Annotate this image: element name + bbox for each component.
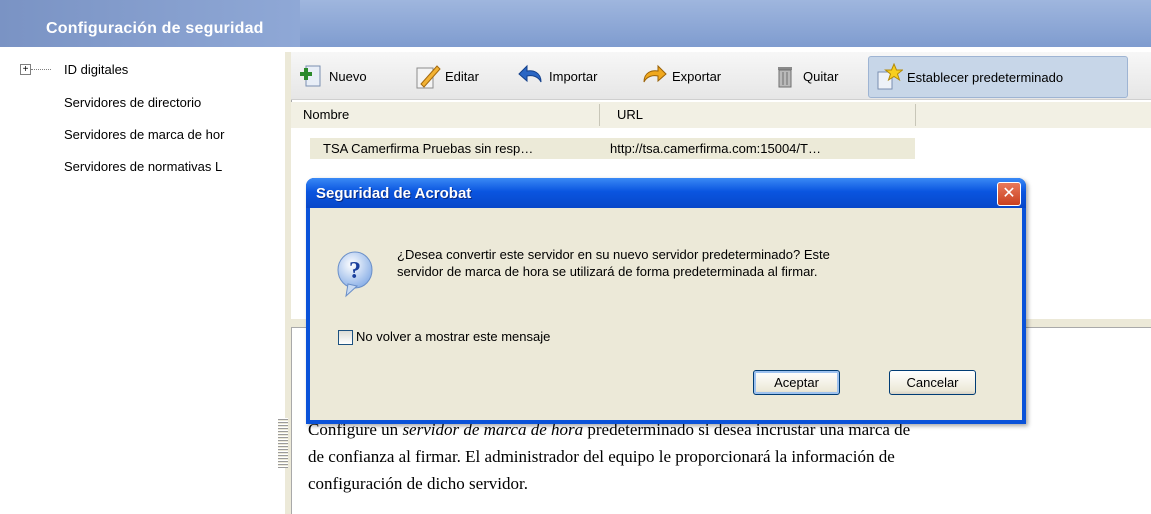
svg-text:?: ? bbox=[349, 258, 361, 284]
table-row[interactable]: TSA Camerfirma Pruebas sin resp… http://… bbox=[310, 138, 915, 159]
import-button[interactable]: Importar bbox=[517, 56, 597, 96]
tree-item-timestamp-servers[interactable]: Servidores de marca de hor bbox=[64, 127, 274, 142]
description-text: Configure un servidor de marca de hora p… bbox=[308, 416, 1151, 497]
set-default-button-label: Establecer predeterminado bbox=[907, 69, 1064, 85]
cancel-button[interactable]: Cancelar bbox=[889, 370, 976, 395]
tree-expander-icon[interactable]: + bbox=[20, 64, 31, 75]
dialog-title: Seguridad de Acrobat bbox=[316, 185, 472, 202]
toolbar: Nuevo Editar Importar Exportar Quitar Es… bbox=[291, 52, 1151, 100]
tree-item-policy-servers[interactable]: Servidores de normativas L bbox=[64, 159, 274, 174]
set-default-button[interactable]: Establecer predeterminado bbox=[868, 56, 1128, 98]
dialog-message: ¿Desea convertir este servidor en su nue… bbox=[397, 246, 830, 280]
edit-button-label: Editar bbox=[445, 68, 479, 84]
column-divider[interactable] bbox=[915, 104, 916, 126]
trash-icon bbox=[778, 67, 792, 88]
edit-button[interactable]: Editar bbox=[413, 56, 479, 96]
dont-show-again-label[interactable]: No volver a mostrar este mensaje bbox=[356, 329, 550, 344]
new-button[interactable]: Nuevo bbox=[297, 56, 367, 96]
window-titlebar: Configuración de seguridad bbox=[0, 0, 1151, 47]
column-divider[interactable] bbox=[599, 104, 600, 126]
tree-item-digital-ids[interactable]: ID digitales bbox=[64, 62, 128, 77]
row-name-cell: TSA Camerfirma Pruebas sin resp… bbox=[323, 141, 534, 156]
splitter-grip[interactable] bbox=[278, 418, 288, 468]
import-button-label: Importar bbox=[549, 68, 598, 84]
window-title: Configuración de seguridad bbox=[46, 20, 264, 37]
export-button-label: Exportar bbox=[672, 68, 722, 84]
dont-show-again-checkbox[interactable] bbox=[338, 330, 353, 345]
remove-button[interactable]: Quitar bbox=[771, 56, 838, 96]
column-header-url[interactable]: URL bbox=[617, 107, 643, 122]
dialog-titlebar[interactable]: Seguridad de Acrobat ✕ bbox=[306, 178, 1026, 208]
import-icon bbox=[518, 64, 542, 83]
description-line-2: de confianza al firmar. El administrador… bbox=[308, 447, 895, 466]
dialog-message-line-1: ¿Desea convertir este servidor en su nue… bbox=[397, 247, 830, 262]
export-icon bbox=[643, 64, 667, 83]
question-icon: ? bbox=[337, 251, 373, 298]
star-icon bbox=[877, 63, 903, 90]
close-icon[interactable]: ✕ bbox=[997, 182, 1021, 206]
confirm-dialog: Seguridad de Acrobat ✕ ? ¿Desea converti… bbox=[306, 178, 1026, 424]
edit-icon bbox=[416, 65, 441, 89]
new-icon bbox=[300, 65, 321, 87]
tree-connector bbox=[31, 69, 51, 71]
table-header: Nombre URL bbox=[291, 102, 1151, 129]
column-header-name[interactable]: Nombre bbox=[303, 107, 349, 122]
new-button-label: Nuevo bbox=[329, 68, 367, 84]
remove-button-label: Quitar bbox=[803, 68, 839, 84]
category-tree bbox=[7, 54, 285, 514]
dialog-message-line-2: servidor de marca de hora se utilizará d… bbox=[397, 264, 818, 279]
dialog-body: ? ¿Desea convertir este servidor en su n… bbox=[310, 208, 1022, 420]
description-line-3: configuración de dicho servidor. bbox=[308, 474, 528, 493]
row-url-cell: http://tsa.camerfirma.com:15004/T… bbox=[610, 141, 821, 156]
tree-item-directory-servers[interactable]: Servidores de directorio bbox=[64, 95, 201, 110]
export-button[interactable]: Exportar bbox=[640, 56, 721, 96]
accept-button[interactable]: Aceptar bbox=[753, 370, 840, 395]
